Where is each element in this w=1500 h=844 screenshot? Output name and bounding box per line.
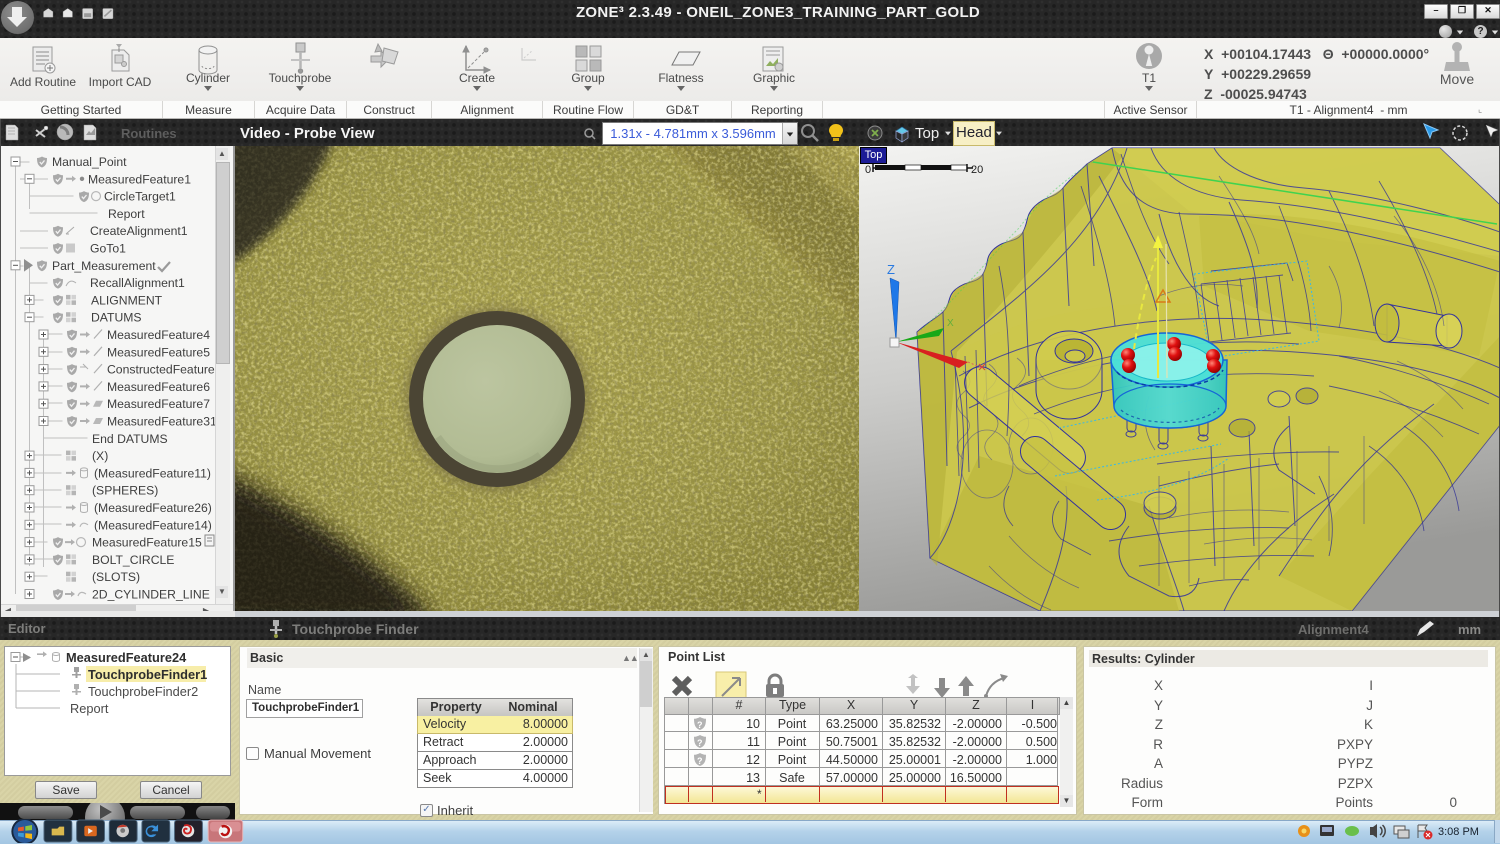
svg-text:(MeasuredFeature11): (MeasuredFeature11) (94, 466, 211, 480)
svg-text:12: 12 (746, 753, 760, 767)
svg-text:?: ? (697, 720, 703, 730)
svg-text:20: 20 (971, 164, 983, 176)
svg-text:1.000: 1.000 (1026, 753, 1057, 767)
svg-text:GoTo1: GoTo1 (90, 242, 126, 256)
svg-text:CreateAlignment1: CreateAlignment1 (90, 224, 188, 238)
svg-text:0: 0 (865, 164, 871, 176)
svg-text:TouchprobeFinder2: TouchprobeFinder2 (88, 684, 198, 699)
svg-text:MeasuredFeature4: MeasuredFeature4 (107, 328, 210, 342)
svg-text:TouchprobeFinder1: TouchprobeFinder1 (88, 667, 207, 682)
svg-text:?: ? (697, 756, 703, 766)
svg-text:MeasuredFeature15: MeasuredFeature15 (92, 536, 202, 550)
svg-text:CircleTarget1: CircleTarget1 (104, 190, 176, 204)
svg-text:25.00001: 25.00001 (889, 753, 941, 767)
svg-text:Manual_Point: Manual_Point (52, 155, 127, 169)
svg-text:25.00000: 25.00000 (889, 771, 941, 785)
svg-text:ALIGNMENT: ALIGNMENT (91, 293, 163, 307)
svg-text:-2.00000: -2.00000 (953, 753, 1002, 767)
svg-text:57.00000: 57.00000 (826, 771, 878, 785)
svg-text:MeasuredFeature7: MeasuredFeature7 (107, 397, 210, 411)
svg-text:35.82532: 35.82532 (889, 717, 941, 731)
svg-text:-2.00000: -2.00000 (953, 717, 1002, 731)
svg-text:ConstructedFeature: ConstructedFeature (107, 363, 215, 377)
svg-text:(SLOTS): (SLOTS) (92, 570, 140, 584)
svg-text:50.75001: 50.75001 (826, 735, 878, 749)
svg-text:2D_CYLINDER_LINE: 2D_CYLINDER_LINE (92, 588, 210, 602)
svg-text:Report: Report (70, 701, 109, 716)
svg-text:Safe: Safe (779, 771, 805, 785)
svg-text:Point: Point (778, 735, 807, 749)
svg-text:(MeasuredFeature26): (MeasuredFeature26) (94, 501, 212, 515)
svg-text:63.25000: 63.25000 (826, 717, 878, 731)
svg-text:RecallAlignment1: RecallAlignment1 (90, 276, 185, 290)
svg-text:MeasuredFeature24: MeasuredFeature24 (66, 650, 187, 665)
svg-text:13: 13 (746, 771, 760, 785)
svg-text:16.50000: 16.50000 (950, 771, 1002, 785)
svg-text:10: 10 (746, 717, 760, 731)
svg-text:MeasuredFeature5: MeasuredFeature5 (107, 345, 210, 359)
svg-text:0.500: 0.500 (1026, 735, 1057, 749)
svg-text:X: X (947, 318, 954, 329)
svg-text:Z: Z (887, 262, 895, 277)
svg-text:End DATUMS: End DATUMS (92, 432, 168, 446)
svg-text:11: 11 (747, 735, 760, 749)
svg-text:(X): (X) (92, 449, 108, 463)
svg-text:DATUMS: DATUMS (91, 311, 142, 325)
svg-text:-0.500: -0.500 (1022, 717, 1057, 731)
svg-text:MeasuredFeature6: MeasuredFeature6 (107, 380, 210, 394)
svg-text:BOLT_CIRCLE: BOLT_CIRCLE (92, 553, 174, 567)
svg-text:-2.00000: -2.00000 (953, 735, 1002, 749)
svg-text:(SPHERES): (SPHERES) (92, 484, 158, 498)
svg-text:35.82532: 35.82532 (889, 735, 941, 749)
svg-text:MeasuredFeature1: MeasuredFeature1 (88, 172, 191, 186)
svg-text:44.50000: 44.50000 (826, 753, 878, 767)
svg-text:Point: Point (778, 753, 807, 767)
svg-text:Report: Report (108, 207, 145, 221)
svg-text:(MeasuredFeature14): (MeasuredFeature14) (94, 518, 212, 532)
svg-text:?: ? (697, 738, 703, 748)
svg-text:Point: Point (778, 717, 807, 731)
svg-text:MeasuredFeature31: MeasuredFeature31 (107, 415, 217, 429)
svg-text:Part_Measurement: Part_Measurement (52, 259, 156, 273)
